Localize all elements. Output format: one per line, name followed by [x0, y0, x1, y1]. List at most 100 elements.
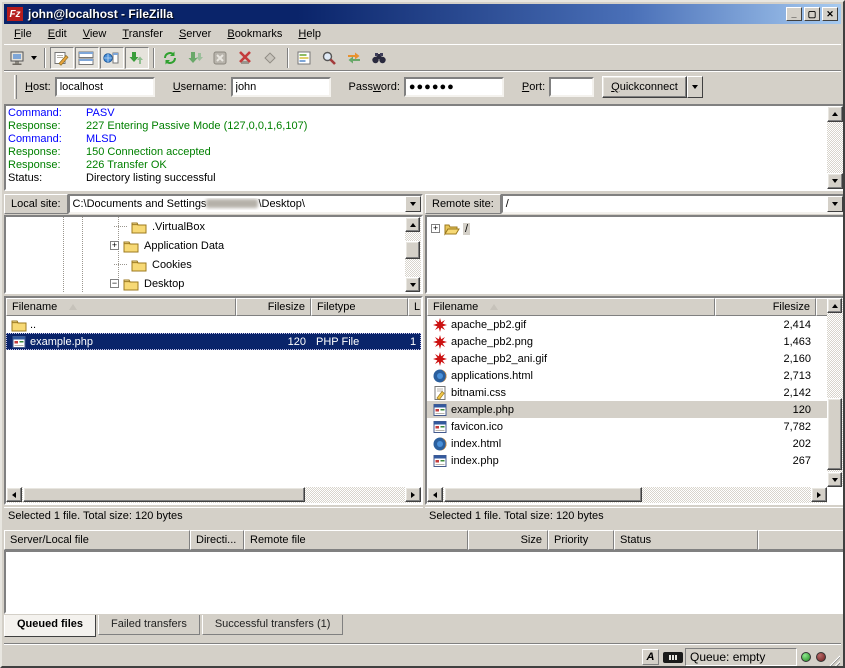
column-header-filesize[interactable]: Filesize	[236, 298, 311, 316]
expand-icon[interactable]: +	[110, 241, 119, 250]
scroll-left-button[interactable]	[427, 487, 443, 502]
file-row[interactable]: favicon.ico 7,782	[427, 418, 843, 435]
menu-bookmarks[interactable]: Bookmarks	[219, 25, 290, 43]
column-header-filename[interactable]: Filename	[427, 298, 715, 316]
scroll-left-button[interactable]	[6, 487, 22, 502]
port-input[interactable]	[549, 77, 594, 97]
process-queue-button[interactable]	[184, 47, 208, 69]
menu-file[interactable]: File	[6, 25, 40, 43]
local-horizontal-scrollbar[interactable]	[6, 487, 421, 503]
filter-button[interactable]	[318, 47, 342, 69]
tree-item-virtualbox[interactable]: .VirtualBox	[114, 217, 207, 236]
log-scrollbar[interactable]	[827, 106, 843, 189]
scroll-down-button[interactable]	[827, 173, 843, 189]
scrollbar-thumb[interactable]	[23, 487, 305, 502]
column-header-filesize[interactable]: Filesize	[715, 298, 816, 316]
column-header-priority[interactable]: Priority	[548, 530, 614, 550]
scroll-right-button[interactable]	[405, 487, 421, 502]
queue-list[interactable]	[4, 550, 845, 614]
column-header-status[interactable]: Status	[614, 530, 758, 550]
menu-edit[interactable]: Edit	[40, 25, 75, 43]
remote-file-list[interactable]: Filename Filesize apache_pb2.gif 2,414 a…	[425, 296, 845, 505]
expand-icon[interactable]: +	[431, 224, 440, 233]
local-tree-scrollbar[interactable]	[405, 217, 421, 292]
file-row[interactable]: apache_pb2_ani.gif 2,160	[427, 350, 843, 367]
column-header-direction[interactable]: Directi...	[190, 530, 244, 550]
search-button[interactable]	[368, 47, 392, 69]
username-input[interactable]	[231, 77, 331, 97]
scroll-down-button[interactable]	[827, 472, 842, 487]
scroll-right-button[interactable]	[811, 487, 827, 502]
tree-item-cookies[interactable]: Cookies	[114, 255, 194, 274]
scrollbar-thumb[interactable]	[827, 398, 842, 470]
menu-help[interactable]: Help	[290, 25, 329, 43]
remote-path-combobox[interactable]: /	[501, 194, 845, 214]
password-input[interactable]	[404, 77, 504, 97]
local-path-combobox[interactable]: C:\Documents and Settings\Desktop\	[68, 194, 423, 214]
collapse-icon[interactable]: −	[110, 279, 119, 288]
maximize-button[interactable]: ▢	[804, 7, 820, 21]
ascii-mode-indicator[interactable]: A	[642, 648, 659, 666]
host-input[interactable]	[55, 77, 155, 97]
column-header-server-local-file[interactable]: Server/Local file	[4, 530, 190, 550]
scrollbar-thumb[interactable]	[444, 487, 642, 502]
menu-transfer[interactable]: Transfer	[114, 25, 171, 43]
tab-successful-transfers[interactable]: Successful transfers (1)	[202, 615, 344, 635]
local-file-list[interactable]: Filename Filesize Filetype L .. example.…	[4, 296, 423, 505]
file-row[interactable]: bitnami.css 2,142	[427, 384, 843, 401]
remote-vertical-scrollbar[interactable]	[827, 298, 843, 487]
menu-view[interactable]: View	[75, 25, 115, 43]
column-header-remote-file[interactable]: Remote file	[244, 530, 468, 550]
title-bar[interactable]: Fz john@localhost - FileZilla _ ▢ ✕	[4, 4, 841, 24]
refresh-button[interactable]	[159, 47, 183, 69]
toggle-remote-tree-button[interactable]	[100, 47, 124, 69]
scroll-up-button[interactable]	[405, 217, 420, 232]
tab-failed-transfers[interactable]: Failed transfers	[98, 615, 200, 635]
menu-server[interactable]: Server	[171, 25, 219, 43]
file-row[interactable]: index.html 202	[427, 435, 843, 452]
reconnect-button[interactable]	[259, 47, 283, 69]
tree-item-application-data[interactable]: + Application Data	[110, 236, 226, 255]
column-header-filename[interactable]: Filename	[6, 298, 236, 316]
scroll-up-button[interactable]	[827, 298, 842, 313]
site-manager-dropdown-icon[interactable]	[31, 56, 37, 60]
cancel-button[interactable]	[209, 47, 233, 69]
remote-directory-tree[interactable]: + /	[425, 215, 845, 294]
remote-horizontal-scrollbar[interactable]	[427, 487, 827, 503]
quickconnect-dropdown-button[interactable]	[687, 76, 703, 98]
tab-queued-files[interactable]: Queued files	[4, 615, 96, 637]
directory-comparison-button[interactable]	[293, 47, 317, 69]
message-log[interactable]: Command:PASV Response:227 Entering Passi…	[4, 104, 845, 191]
site-manager-button[interactable]	[6, 47, 40, 69]
tree-item-root[interactable]: + /	[431, 219, 470, 238]
toggle-message-log-button[interactable]	[50, 47, 74, 69]
tree-item-desktop[interactable]: − Desktop	[110, 274, 186, 293]
scroll-down-button[interactable]	[405, 277, 420, 292]
file-row-selected[interactable]: example.php 120 PHP File 1	[6, 333, 421, 350]
scrollbar-thumb[interactable]	[405, 241, 420, 259]
file-row[interactable]: apache_pb2.gif 2,414	[427, 316, 843, 333]
scroll-up-button[interactable]	[827, 106, 843, 122]
file-row[interactable]: apache_pb2.png 1,463	[427, 333, 843, 350]
quickbar-grip[interactable]	[14, 75, 17, 99]
quickconnect-button[interactable]: Quickconnect	[602, 76, 687, 98]
toggle-local-tree-button[interactable]	[75, 47, 99, 69]
column-header-last-modified[interactable]: L	[408, 298, 423, 316]
disconnect-button[interactable]	[234, 47, 258, 69]
log-line: Command:MLSD	[8, 133, 825, 146]
toggle-queue-button[interactable]	[125, 47, 149, 69]
column-header-size[interactable]: Size	[468, 530, 548, 550]
column-header-filetype[interactable]: Filetype	[311, 298, 408, 316]
remote-path-dropdown-button[interactable]	[827, 196, 843, 212]
synchronized-browsing-button[interactable]	[343, 47, 367, 69]
parent-directory-row[interactable]: ..	[6, 316, 421, 333]
speed-limit-indicator[interactable]	[663, 648, 683, 666]
resize-grip[interactable]	[827, 654, 840, 667]
local-directory-tree[interactable]: .VirtualBox + Application Data Cookies −…	[4, 215, 423, 294]
minimize-button[interactable]: _	[786, 7, 802, 21]
file-row-selected[interactable]: example.php 120	[427, 401, 827, 418]
close-button[interactable]: ✕	[822, 7, 838, 21]
file-row[interactable]: applications.html 2,713	[427, 367, 843, 384]
local-path-dropdown-button[interactable]	[405, 196, 421, 212]
file-row[interactable]: index.php 267	[427, 452, 843, 469]
